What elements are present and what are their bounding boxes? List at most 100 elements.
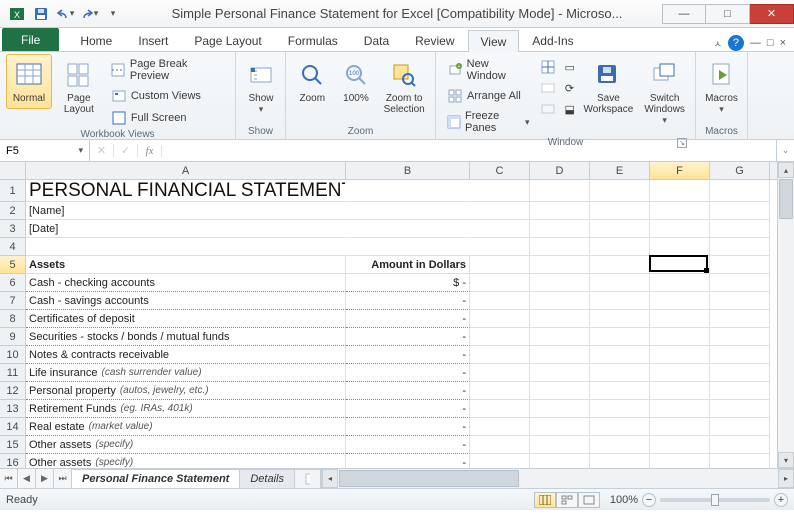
cell-F6[interactable] <box>650 274 710 292</box>
tab-file[interactable]: File <box>2 28 59 51</box>
row-header-3[interactable]: 3 <box>0 220 25 238</box>
cell-B16[interactable]: - <box>346 454 470 468</box>
cell-A1[interactable]: PERSONAL FINANCIAL STATEMENT <box>26 180 346 202</box>
cell-E5[interactable] <box>590 256 650 274</box>
cell-E8[interactable] <box>590 310 650 328</box>
hide-button[interactable] <box>538 78 558 98</box>
redo-icon[interactable]: ▾ <box>78 3 100 25</box>
col-header-E[interactable]: E <box>590 162 650 179</box>
sheet-nav-first[interactable]: ⏮ <box>0 469 18 488</box>
page-break-preview-button[interactable]: Page Break Preview <box>106 56 229 84</box>
cell-A6[interactable]: Cash - checking accounts <box>26 274 346 292</box>
sheet-tab-personal-finance[interactable]: Personal Finance Statement <box>72 469 240 488</box>
cell-E4[interactable] <box>590 238 650 256</box>
cell-F9[interactable] <box>650 328 710 346</box>
cell-C15[interactable] <box>470 436 530 454</box>
cell-C4[interactable] <box>470 238 530 256</box>
cell-G3[interactable] <box>710 220 770 238</box>
cell-A10[interactable]: Notes & contracts receivable <box>26 346 346 364</box>
cell-D11[interactable] <box>530 364 590 382</box>
new-window-button[interactable]: +New Window <box>442 56 534 84</box>
cell-F16[interactable] <box>650 454 710 468</box>
save-icon[interactable] <box>30 3 52 25</box>
cell-B4[interactable] <box>346 238 470 256</box>
cell-C14[interactable] <box>470 418 530 436</box>
row-header-1[interactable]: 1 <box>0 180 25 202</box>
cell-D13[interactable] <box>530 400 590 418</box>
row-header-9[interactable]: 9 <box>0 328 25 346</box>
cell-F11[interactable] <box>650 364 710 382</box>
cell-E13[interactable] <box>590 400 650 418</box>
sheet-nav-next[interactable]: ▶ <box>36 469 54 488</box>
cell-G7[interactable] <box>710 292 770 310</box>
cell-F14[interactable] <box>650 418 710 436</box>
cell-G6[interactable] <box>710 274 770 292</box>
cell-B11[interactable]: - <box>346 364 470 382</box>
sheet-nav-prev[interactable]: ◀ <box>18 469 36 488</box>
cell-B8[interactable]: - <box>346 310 470 328</box>
cell-E16[interactable] <box>590 454 650 468</box>
cell-G13[interactable] <box>710 400 770 418</box>
scroll-up-button[interactable]: ▴ <box>778 162 794 178</box>
tab-formulas[interactable]: Formulas <box>275 29 351 51</box>
status-page-layout-view[interactable] <box>556 492 578 508</box>
minimize-button[interactable]: — <box>662 4 706 24</box>
cell-A2[interactable]: [Name] <box>26 202 346 220</box>
cell-A16[interactable]: Other assets (specify) <box>26 454 346 468</box>
zoom-level[interactable]: 100% <box>610 494 638 506</box>
cell-B3[interactable] <box>346 220 470 238</box>
cell-F7[interactable] <box>650 292 710 310</box>
insert-sheet-button[interactable] <box>295 469 321 488</box>
cell-A14[interactable]: Real estate (market value) <box>26 418 346 436</box>
row-header-8[interactable]: 8 <box>0 310 25 328</box>
cell-F12[interactable] <box>650 382 710 400</box>
col-header-C[interactable]: C <box>470 162 530 179</box>
cell-G9[interactable] <box>710 328 770 346</box>
show-button[interactable]: Show▾ <box>242 54 280 120</box>
tab-data[interactable]: Data <box>351 29 402 51</box>
row-header-10[interactable]: 10 <box>0 346 25 364</box>
zoom-button[interactable]: Zoom <box>292 54 333 109</box>
qat-customize[interactable]: ▾ <box>102 3 124 25</box>
full-screen-button[interactable]: Full Screen <box>106 108 229 128</box>
tab-view[interactable]: View <box>468 30 520 52</box>
cell-grid[interactable]: PERSONAL FINANCIAL STATEMENT[Name][Date]… <box>26 180 777 468</box>
cell-G16[interactable] <box>710 454 770 468</box>
zoom-to-selection-button[interactable]: Zoom to Selection <box>379 54 429 120</box>
cell-E11[interactable] <box>590 364 650 382</box>
cell-E12[interactable] <box>590 382 650 400</box>
cell-A9[interactable]: Securities - stocks / bonds / mutual fun… <box>26 328 346 346</box>
sheet-nav-last[interactable]: ⏭ <box>54 469 72 488</box>
cell-D4[interactable] <box>530 238 590 256</box>
row-header-13[interactable]: 13 <box>0 400 25 418</box>
cell-A3[interactable]: [Date] <box>26 220 346 238</box>
row-header-6[interactable]: 6 <box>0 274 25 292</box>
cell-A8[interactable]: Certificates of deposit <box>26 310 346 328</box>
mdi-restore[interactable]: □ <box>767 37 774 49</box>
horizontal-scrollbar[interactable]: ◂ ▸ <box>321 469 794 488</box>
cell-B2[interactable] <box>346 202 470 220</box>
cell-A4[interactable] <box>26 238 346 256</box>
name-box-dropdown-icon[interactable]: ▾ <box>78 145 83 156</box>
row-header-4[interactable]: 4 <box>0 238 25 256</box>
tab-addins[interactable]: Add-Ins <box>519 29 586 51</box>
row-header-11[interactable]: 11 <box>0 364 25 382</box>
cell-B6[interactable]: $ - <box>346 274 470 292</box>
cell-G1[interactable] <box>710 180 770 202</box>
row-header-12[interactable]: 12 <box>0 382 25 400</box>
cell-B10[interactable]: - <box>346 346 470 364</box>
sync-scroll-button[interactable]: ⟳ <box>562 78 576 98</box>
cell-B5[interactable]: Amount in Dollars <box>346 256 470 274</box>
cell-D8[interactable] <box>530 310 590 328</box>
cell-G4[interactable] <box>710 238 770 256</box>
vscroll-thumb[interactable] <box>779 179 793 219</box>
cell-G14[interactable] <box>710 418 770 436</box>
save-workspace-button[interactable]: Save Workspace <box>580 54 636 120</box>
hscroll-thumb[interactable] <box>339 470 519 487</box>
cell-E1[interactable] <box>590 180 650 202</box>
cell-D2[interactable] <box>530 202 590 220</box>
window-dialog-launcher[interactable]: ↘ <box>677 138 687 148</box>
mdi-minimize[interactable]: — <box>750 37 761 49</box>
cell-A7[interactable]: Cash - savings accounts <box>26 292 346 310</box>
col-header-G[interactable]: G <box>710 162 770 179</box>
